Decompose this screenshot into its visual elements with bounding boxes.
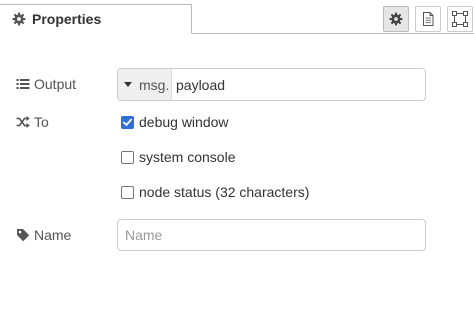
output-label: Output — [16, 76, 76, 92]
shuffle-icon — [16, 115, 30, 129]
name-label-text: Name — [34, 227, 72, 243]
tag-icon — [16, 228, 30, 242]
name-label: Name — [16, 227, 71, 243]
tab-label: Properties — [32, 11, 102, 27]
gear-icon — [12, 12, 26, 26]
output-type-prefix: msg. — [139, 76, 170, 93]
to-label-text: To — [34, 114, 49, 130]
appearance-button[interactable] — [447, 6, 473, 32]
tab-properties[interactable]: Properties — [0, 4, 192, 34]
node-status-option[interactable]: node status (32 characters) — [121, 184, 309, 200]
debug-window-option[interactable]: debug window — [121, 114, 229, 130]
debug-window-checkbox[interactable] — [121, 115, 134, 129]
gear-icon — [389, 12, 403, 26]
output-typed-input: msg. payload — [117, 68, 426, 101]
name-input[interactable] — [117, 219, 426, 251]
system-console-label: system console — [139, 149, 236, 165]
node-status-label: node status (32 characters) — [139, 184, 310, 200]
debug-window-label: debug window — [139, 114, 229, 130]
to-label: To — [16, 114, 49, 130]
system-console-option[interactable]: system console — [121, 149, 235, 165]
document-icon — [422, 12, 434, 26]
caret-down-icon — [124, 82, 132, 87]
output-value-field[interactable]: payload — [172, 69, 225, 100]
node-status-checkbox[interactable] — [121, 185, 134, 199]
checkmark-icon — [123, 118, 132, 126]
output-label-text: Output — [34, 76, 77, 92]
description-button[interactable] — [415, 6, 441, 32]
frame-icon — [452, 11, 468, 27]
output-type-select[interactable]: msg. — [118, 69, 172, 100]
settings-button[interactable] — [383, 6, 409, 32]
list-icon — [16, 77, 30, 91]
tab-bar: Properties — [0, 0, 474, 34]
output-value-text: payload — [176, 76, 226, 93]
system-console-checkbox[interactable] — [121, 150, 134, 164]
